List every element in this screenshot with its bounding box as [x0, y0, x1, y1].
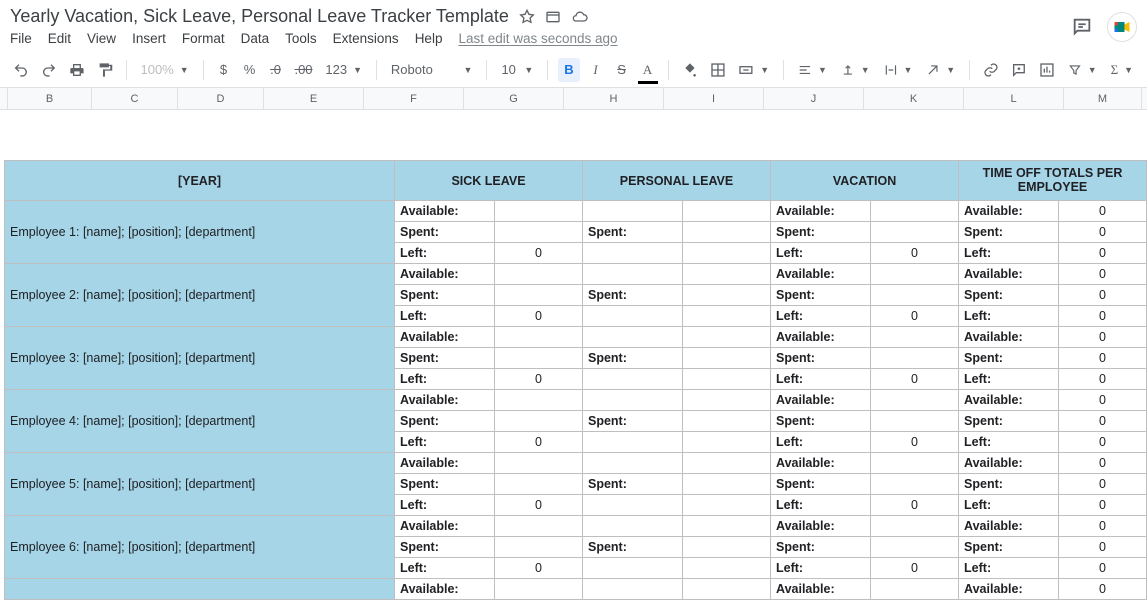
label-left[interactable]: Left: [395, 495, 495, 516]
font-select[interactable]: Roboto▼ [387, 58, 477, 82]
label-spent[interactable]: Spent: [395, 348, 495, 369]
menu-extensions[interactable]: Extensions [333, 31, 399, 46]
label-available[interactable]: Available: [395, 201, 495, 222]
column-headers[interactable]: B C D E F G H I J K L M [0, 88, 1147, 110]
percent-button[interactable]: % [240, 58, 260, 82]
label-spent[interactable]: Spent: [395, 285, 495, 306]
more-formats-button[interactable]: 123▼ [321, 58, 365, 82]
menu-insert[interactable]: Insert [132, 31, 166, 46]
h-align-icon[interactable]: ▼ [794, 58, 831, 82]
comment-icon[interactable] [1008, 58, 1030, 82]
decrease-decimal-button[interactable]: .0 [266, 58, 286, 82]
zoom-select[interactable]: 100%▼ [137, 58, 193, 82]
font-size-select[interactable]: 10▼ [497, 58, 537, 82]
menu-edit[interactable]: Edit [48, 31, 71, 46]
label-available[interactable]: Available: [395, 453, 495, 474]
italic-button[interactable]: I [586, 58, 606, 82]
increase-decimal-button[interactable]: .00 [292, 58, 316, 82]
print-icon[interactable] [66, 58, 88, 82]
paint-format-icon[interactable] [94, 58, 116, 82]
menu-file[interactable]: File [10, 31, 32, 46]
label-available[interactable]: Available: [395, 516, 495, 537]
employee-cell[interactable]: Employee 1: [name]; [position]; [departm… [5, 201, 395, 264]
filter-icon[interactable]: ▼ [1064, 58, 1101, 82]
wrap-icon[interactable]: ▼ [880, 58, 917, 82]
strike-button[interactable]: S [612, 58, 632, 82]
label-left[interactable]: Left: [395, 432, 495, 453]
comments-icon[interactable] [1071, 16, 1093, 38]
redo-icon[interactable] [38, 58, 60, 82]
menu-view[interactable]: View [87, 31, 116, 46]
chart-icon[interactable] [1036, 58, 1058, 82]
fill-color-icon[interactable] [679, 58, 701, 82]
star-icon[interactable] [519, 9, 535, 25]
v-align-icon[interactable]: ▼ [837, 58, 874, 82]
label-spent[interactable]: Spent: [395, 474, 495, 495]
header-year[interactable]: [YEAR] [5, 161, 395, 201]
header-vacation[interactable]: VACATION [771, 161, 959, 201]
move-icon[interactable] [545, 9, 561, 25]
rotate-icon[interactable]: ▼ [922, 58, 959, 82]
header-totals[interactable]: TIME OFF TOTALS PER EMPLOYEE [959, 161, 1147, 201]
borders-icon[interactable] [707, 58, 729, 82]
label-left[interactable]: Left: [395, 306, 495, 327]
doc-title[interactable]: Yearly Vacation, Sick Leave, Personal Le… [10, 6, 509, 27]
employee-cell[interactable]: Employee 3: [name]; [position]; [departm… [5, 327, 395, 390]
bold-button[interactable]: B [558, 58, 579, 82]
label-left[interactable]: Left: [395, 558, 495, 579]
cloud-icon[interactable] [571, 9, 589, 25]
currency-button[interactable]: $ [214, 58, 234, 82]
header-sick[interactable]: SICK LEAVE [395, 161, 583, 201]
leave-tracker-table[interactable]: [YEAR] SICK LEAVE PERSONAL LEAVE VACATIO… [4, 160, 1147, 600]
label-spent[interactable]: Spent: [395, 222, 495, 243]
employee-cell[interactable]: Employee 5: [name]; [position]; [departm… [5, 453, 395, 516]
text-color-button[interactable]: A [638, 58, 658, 82]
label-available[interactable]: Available: [395, 264, 495, 285]
menu-help[interactable]: Help [415, 31, 443, 46]
label-left[interactable]: Left: [395, 243, 495, 264]
merge-cells-icon[interactable]: ▼ [734, 58, 773, 82]
menu-data[interactable]: Data [241, 31, 270, 46]
label-available[interactable]: Available: [395, 327, 495, 348]
label-available[interactable]: Available: [395, 390, 495, 411]
menu-bar: File Edit View Insert Format Data Tools … [10, 27, 618, 52]
toolbar: 100%▼ $ % .0 .00 123▼ Roboto▼ 10▼ B I S … [0, 52, 1147, 88]
menu-tools[interactable]: Tools [285, 31, 317, 46]
label-spent[interactable]: Spent: [395, 537, 495, 558]
functions-icon[interactable]: Σ▼ [1107, 58, 1137, 82]
header-personal[interactable]: PERSONAL LEAVE [583, 161, 771, 201]
menu-format[interactable]: Format [182, 31, 225, 46]
employee-cell[interactable]: Employee 6: [name]; [position]; [departm… [5, 516, 395, 579]
employee-cell[interactable]: Employee 4: [name]; [position]; [departm… [5, 390, 395, 453]
label-spent[interactable]: Spent: [395, 411, 495, 432]
label-left[interactable]: Left: [395, 369, 495, 390]
last-edit[interactable]: Last edit was seconds ago [458, 31, 617, 46]
undo-icon[interactable] [10, 58, 32, 82]
link-icon[interactable] [980, 58, 1002, 82]
employee-cell[interactable]: Employee 2: [name]; [position]; [departm… [5, 264, 395, 327]
meet-icon[interactable] [1107, 12, 1137, 42]
